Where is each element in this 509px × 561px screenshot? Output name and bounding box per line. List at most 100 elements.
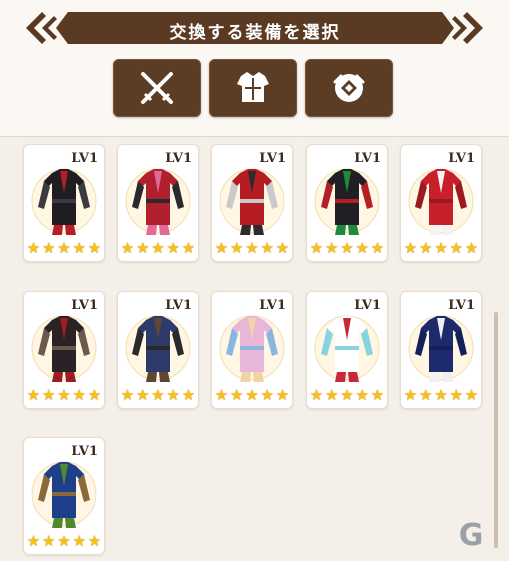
star-icon: ★ bbox=[245, 239, 259, 257]
star-icon: ★ bbox=[464, 386, 479, 404]
star-icon: ★ bbox=[325, 239, 339, 257]
star-icon: ★ bbox=[120, 386, 135, 404]
star-icon: ★ bbox=[325, 386, 339, 404]
star-icon: ★ bbox=[42, 532, 56, 550]
star-icon: ★ bbox=[275, 386, 290, 404]
star-rating: ★ ★ ★ ★ ★ bbox=[26, 241, 102, 257]
star-icon: ★ bbox=[136, 386, 150, 404]
costume-icon bbox=[125, 315, 191, 382]
star-icon: ★ bbox=[72, 386, 86, 404]
star-icon: ★ bbox=[57, 532, 71, 550]
star-icon: ★ bbox=[42, 239, 56, 257]
equipment-card[interactable]: LV1 ★ ★ ★ ★ ★ bbox=[401, 292, 481, 408]
page-title: 交換する装備を選択 bbox=[169, 23, 341, 43]
star-rating: ★ ★ ★ ★ ★ bbox=[214, 388, 290, 404]
star-icon: ★ bbox=[340, 239, 354, 257]
star-icon: ★ bbox=[181, 386, 196, 404]
equipment-card[interactable]: LV1 ★ ★ ★ ★ ★ bbox=[212, 145, 292, 261]
tab-armor[interactable] bbox=[209, 59, 297, 117]
star-icon: ★ bbox=[87, 386, 102, 404]
star-icon: ★ bbox=[449, 239, 463, 257]
star-icon: ★ bbox=[260, 239, 274, 257]
star-rating: ★ ★ ★ ★ ★ bbox=[403, 388, 479, 404]
star-icon: ★ bbox=[181, 239, 196, 257]
star-icon: ★ bbox=[87, 239, 102, 257]
star-icon: ★ bbox=[434, 386, 448, 404]
costume-icon bbox=[31, 461, 97, 528]
tab-weapon[interactable] bbox=[113, 59, 201, 117]
equipment-card[interactable]: LV1 ★ ★ ★ ★ ★ bbox=[401, 145, 481, 261]
equipment-grid: LV1 ★ ★ ★ ★ ★ LV1 ★ ★ ★ ★ ★ LV1 ★ ★ ★ ★ ★ LV1 ★ ★ ★ ★ ★ LV1 ★ ★ ★ ★ ★… bbox=[0, 137, 509, 561]
star-rating: ★ ★ ★ ★ ★ bbox=[214, 241, 290, 257]
star-icon: ★ bbox=[151, 386, 165, 404]
star-rating: ★ ★ ★ ★ ★ bbox=[309, 241, 385, 257]
equipment-card[interactable]: LV1 ★ ★ ★ ★ ★ bbox=[307, 145, 387, 261]
star-rating: ★ ★ ★ ★ ★ bbox=[26, 388, 102, 404]
star-icon: ★ bbox=[245, 386, 259, 404]
star-rating: ★ ★ ★ ★ ★ bbox=[120, 241, 196, 257]
equipment-card[interactable]: LV1 ★ ★ ★ ★ ★ bbox=[212, 292, 292, 408]
title-bar: 交換する装備を選択 bbox=[56, 12, 454, 44]
costume-icon bbox=[408, 168, 474, 235]
star-rating: ★ ★ ★ ★ ★ bbox=[120, 388, 196, 404]
equipment-card[interactable]: LV1 ★ ★ ★ ★ ★ bbox=[118, 292, 198, 408]
costume-icon bbox=[125, 168, 191, 235]
crossed-swords-icon bbox=[141, 72, 173, 104]
armor-icon bbox=[237, 72, 269, 102]
star-icon: ★ bbox=[120, 239, 135, 257]
star-icon: ★ bbox=[230, 386, 244, 404]
star-icon: ★ bbox=[260, 386, 274, 404]
accessory-icon bbox=[333, 74, 365, 102]
equipment-card[interactable]: LV1 ★ ★ ★ ★ ★ bbox=[24, 292, 104, 408]
star-icon: ★ bbox=[136, 239, 150, 257]
equipment-card[interactable]: LV1 ★ ★ ★ ★ ★ bbox=[118, 145, 198, 261]
star-icon: ★ bbox=[214, 386, 229, 404]
star-rating: ★ ★ ★ ★ ★ bbox=[26, 534, 102, 550]
costume-icon bbox=[314, 315, 380, 382]
star-icon: ★ bbox=[419, 386, 433, 404]
costume-icon bbox=[408, 315, 474, 382]
star-icon: ★ bbox=[355, 386, 369, 404]
star-icon: ★ bbox=[72, 239, 86, 257]
star-icon: ★ bbox=[309, 239, 324, 257]
header-panel: 交換する装備を選択 bbox=[0, 0, 509, 137]
watermark-logo: G bbox=[458, 518, 484, 553]
star-icon: ★ bbox=[370, 239, 385, 257]
scrollbar[interactable] bbox=[494, 312, 498, 548]
star-icon: ★ bbox=[355, 239, 369, 257]
costume-icon bbox=[219, 315, 285, 382]
equipment-card[interactable]: LV1 ★ ★ ★ ★ ★ bbox=[24, 438, 104, 554]
star-icon: ★ bbox=[403, 239, 418, 257]
costume-icon bbox=[31, 168, 97, 235]
costume-icon bbox=[219, 168, 285, 235]
star-rating: ★ ★ ★ ★ ★ bbox=[403, 241, 479, 257]
costume-icon bbox=[31, 315, 97, 382]
tab-accessory[interactable] bbox=[305, 59, 393, 117]
equipment-card[interactable]: LV1 ★ ★ ★ ★ ★ bbox=[307, 292, 387, 408]
star-icon: ★ bbox=[166, 239, 180, 257]
star-icon: ★ bbox=[57, 386, 71, 404]
star-icon: ★ bbox=[72, 532, 86, 550]
star-icon: ★ bbox=[87, 532, 102, 550]
star-icon: ★ bbox=[166, 386, 180, 404]
star-icon: ★ bbox=[403, 386, 418, 404]
title-ornament-right-icon bbox=[452, 12, 483, 44]
star-icon: ★ bbox=[42, 386, 56, 404]
title-ornament-left-icon bbox=[26, 12, 57, 44]
star-icon: ★ bbox=[434, 239, 448, 257]
star-icon: ★ bbox=[26, 386, 41, 404]
star-rating: ★ ★ ★ ★ ★ bbox=[309, 388, 385, 404]
star-icon: ★ bbox=[419, 239, 433, 257]
star-icon: ★ bbox=[57, 239, 71, 257]
star-icon: ★ bbox=[449, 386, 463, 404]
star-icon: ★ bbox=[26, 532, 41, 550]
star-icon: ★ bbox=[370, 386, 385, 404]
equipment-card[interactable]: LV1 ★ ★ ★ ★ ★ bbox=[24, 145, 104, 261]
costume-icon bbox=[314, 168, 380, 235]
star-icon: ★ bbox=[340, 386, 354, 404]
star-icon: ★ bbox=[464, 239, 479, 257]
star-icon: ★ bbox=[230, 239, 244, 257]
star-icon: ★ bbox=[275, 239, 290, 257]
star-icon: ★ bbox=[151, 239, 165, 257]
star-icon: ★ bbox=[26, 239, 41, 257]
